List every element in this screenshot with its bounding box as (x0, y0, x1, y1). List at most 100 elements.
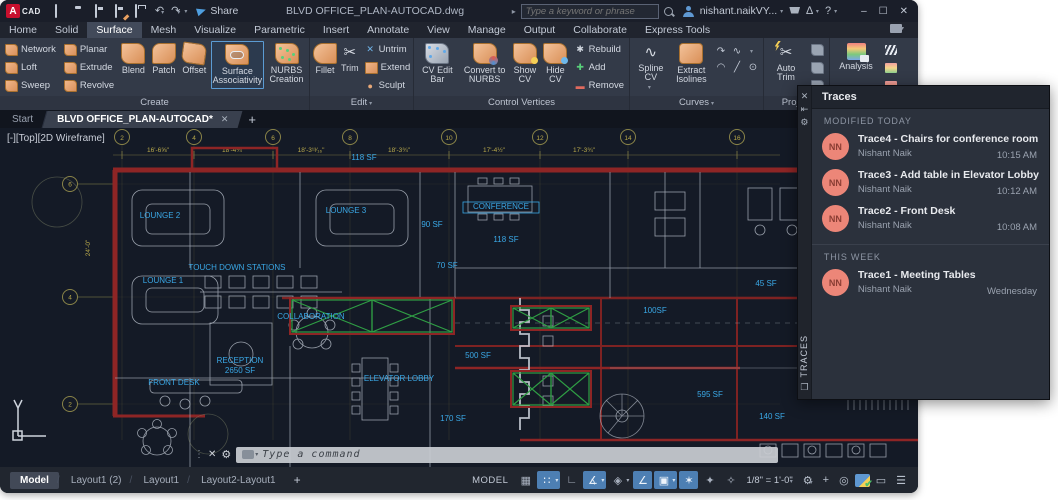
ribbon-tab[interactable]: Collaborate (564, 22, 636, 38)
command-input[interactable]: ▾ Type a command (236, 447, 778, 463)
new-layout-button[interactable]: + (294, 473, 301, 487)
scale-dropdown-icon[interactable]: ▾ (790, 479, 793, 485)
line-icon[interactable]: ╱ (734, 62, 740, 73)
curves-panel-label[interactable]: Curves▾ (630, 96, 763, 110)
planar-button[interactable]: Planar (61, 41, 117, 58)
toggle-dropdown-icon[interactable]: ▾ (626, 477, 629, 484)
circle-icon[interactable]: ⊙ (749, 62, 757, 73)
palette-dock-icon[interactable]: ❐ (800, 382, 808, 393)
extrude-button[interactable]: Extrude (61, 59, 117, 76)
help-icon[interactable]: ? (825, 5, 831, 18)
redo-button[interactable]: ↷▾ (171, 5, 180, 18)
object-snap-tracking-icon[interactable]: ∠▾ (633, 471, 652, 489)
annotation-visibility-icon[interactable]: ✶▾ (679, 471, 698, 489)
remove-cv-button[interactable]: ▬Remove (572, 77, 627, 94)
search-input[interactable] (521, 4, 659, 19)
plot-button[interactable] (135, 5, 148, 18)
untrim-button[interactable]: ✕Untrim (362, 41, 414, 58)
fillet-button[interactable]: Fillet (312, 41, 338, 77)
convert-to-nurbs-button[interactable]: Convert to NURBS (461, 41, 509, 87)
sculpt-button[interactable]: ●Sculpt (362, 77, 414, 94)
command-dropdown-icon[interactable]: ▾ (255, 451, 258, 458)
auto-trim-button[interactable]: ✂ Auto Trim (766, 41, 806, 85)
ribbon-tab[interactable]: Output (515, 22, 565, 38)
ribbon-tab[interactable]: Mesh (142, 22, 186, 38)
viewport-controls-label[interactable]: [-][Top][2D Wireframe] (7, 133, 105, 144)
ortho-icon[interactable]: ∟▾ (562, 471, 581, 489)
redo-dropdown-icon[interactable]: ▾ (177, 10, 180, 16)
hide-cv-button[interactable]: Hide CV (541, 41, 570, 87)
analysis-options-button[interactable]: Analysis (832, 41, 880, 73)
close-button[interactable]: ✕ (900, 6, 908, 17)
ribbon-tab[interactable]: Parametric (245, 22, 314, 38)
annotation-autoscale-icon[interactable]: ✦▾ (700, 471, 719, 489)
command-grip-icon[interactable]: ⋮ (194, 449, 204, 460)
spline-freehand-icon[interactable]: ∿ (733, 46, 741, 57)
autocad-logo[interactable]: A CAD (6, 4, 41, 18)
isodraft-icon[interactable]: ◈▾ (608, 471, 631, 489)
clean-screen-button[interactable]: ▭ (872, 474, 890, 487)
drawing-tab[interactable]: BLVD OFFICE_PLAN-AUTOCAD*✕ (45, 111, 240, 128)
polar-tracking-icon[interactable]: ∡▾ (583, 471, 606, 489)
autodesk-app-icon[interactable]: ∆ (806, 5, 813, 18)
ribbon-tab[interactable]: Surface (87, 22, 141, 38)
toggle-dropdown-icon[interactable]: ▾ (601, 477, 604, 484)
ribbon-tab[interactable]: Solid (46, 22, 87, 38)
model-space-indicator[interactable]: MODEL (472, 475, 508, 486)
project-geometry-button-1[interactable] (808, 41, 827, 58)
ribbon-tab[interactable]: Insert (314, 22, 358, 38)
trace-item[interactable]: NN Trace1 - Meeting Tables Nishant Naik … (812, 266, 1049, 302)
surface-associativity-toggle[interactable]: Surface Associativity (211, 41, 265, 89)
drawing-canvas[interactable]: [-][Top][2D Wireframe] 24681012141616'-6… (0, 128, 918, 467)
layout-tab[interactable]: Layout1 (2) (61, 472, 132, 489)
loft-button[interactable]: Loft (2, 59, 59, 76)
user-dropdown-icon[interactable]: ▾ (780, 8, 783, 15)
customization-menu-button[interactable]: ☰ (892, 474, 910, 487)
toggle-dropdown-icon[interactable]: ▾ (672, 477, 675, 484)
help-dropdown-icon[interactable]: ▾ (834, 8, 837, 15)
grid-icon[interactable]: ▦▾ (516, 471, 535, 489)
isolate-objects-button[interactable]: ◎ (835, 474, 853, 487)
extract-isolines-button[interactable]: Extract Isolines (672, 41, 711, 87)
minimize-button[interactable]: – (861, 6, 867, 17)
arc-icon[interactable]: ◠ (717, 62, 726, 73)
collapse-arrow-icon[interactable]: ▸ (512, 7, 516, 16)
extend-button[interactable]: Extend (362, 59, 414, 76)
start-tab[interactable]: Start (0, 111, 45, 128)
layout-tab[interactable]: Model (10, 472, 59, 489)
zebra-analysis-button[interactable] (882, 41, 900, 58)
blend-button[interactable]: Blend (119, 41, 147, 77)
offset-button[interactable]: Offset (180, 41, 208, 77)
ribbon-tab[interactable]: Annotate (358, 22, 418, 38)
create-panel-label[interactable]: Create (0, 96, 309, 110)
qat-customize-icon[interactable]: ▾ (184, 8, 187, 15)
trace-item[interactable]: NN Trace3 - Add table in Elevator Lobby … (812, 166, 1049, 202)
annotation-scale-value[interactable]: 1/8" = 1'-0"▾ (742, 475, 796, 486)
add-cleanup-button[interactable]: + (819, 474, 833, 486)
revolve-button[interactable]: Revolve (61, 77, 117, 94)
curve-dropdown-icon[interactable]: ▾ (750, 48, 753, 55)
palette-properties-icon[interactable]: ⚙ (800, 116, 808, 129)
workspace-switcher[interactable]: ▾ (890, 24, 904, 33)
object-snap-icon[interactable]: ▣▾ (654, 471, 677, 489)
ribbon-tab[interactable]: Visualize (185, 22, 245, 38)
spline-cv-button[interactable]: ∿Spline CV▾ (632, 41, 670, 93)
user-name[interactable]: nishant.naikVY... (700, 5, 777, 17)
palette-autohide-icon[interactable]: ⇤ (801, 103, 809, 116)
blend-curve-icon[interactable]: ↷ (717, 46, 725, 57)
ribbon-tab[interactable]: Manage (459, 22, 515, 38)
customize-wrench-icon[interactable]: ⚙ (221, 448, 231, 461)
layout-tab[interactable]: Layout2-Layout1 (191, 472, 286, 489)
layout-tab[interactable]: Layout1 (133, 472, 189, 489)
sweep-button[interactable]: Sweep (2, 77, 59, 94)
share-button[interactable]: Share (197, 5, 238, 17)
add-cv-button[interactable]: ✚Add (572, 59, 627, 76)
nurbs-creation-toggle[interactable]: NURBS Creation (266, 41, 307, 87)
ribbon-tab[interactable]: View (418, 22, 459, 38)
save-button[interactable] (95, 5, 108, 18)
project-geometry-button-2[interactable] (808, 59, 827, 76)
ribbon-tab[interactable]: Home (0, 22, 46, 38)
trace-item[interactable]: NN Trace4 - Chairs for conference room N… (812, 130, 1049, 166)
palette-title-strip[interactable]: ✕ ⇤ ⚙ TRACES ❐ (798, 86, 812, 399)
rebuild-button[interactable]: ✱Rebuild (572, 41, 627, 58)
